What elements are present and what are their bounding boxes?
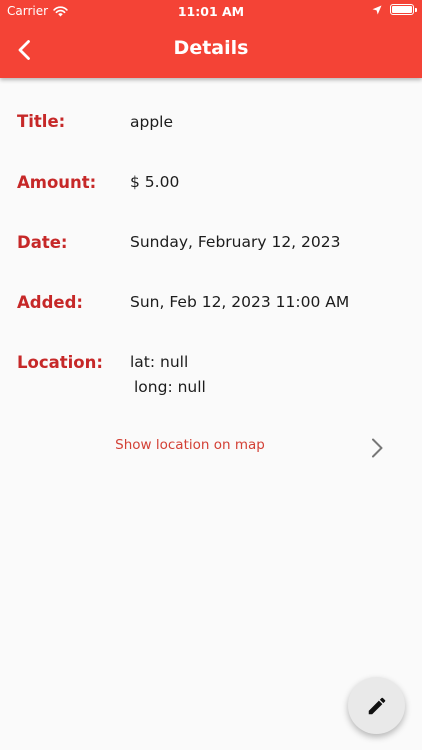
battery-icon — [390, 4, 417, 15]
edit-button[interactable] — [348, 677, 405, 734]
location-label: Location: — [17, 353, 103, 372]
page-title: Details — [173, 37, 249, 59]
title-value: apple — [130, 113, 174, 131]
battery-level — [392, 6, 412, 13]
location-long-value: long: null — [134, 378, 206, 396]
chevron-right-icon — [372, 438, 383, 458]
date-label: Date: — [17, 233, 68, 252]
status-time: 11:01 AM — [177, 4, 245, 19]
amount-value: $ 5.00 — [130, 173, 180, 191]
app-header: Carrier 11:01 AM Details — [0, 0, 422, 78]
added-value: Sun, Feb 12, 2023 11:00 AM — [130, 293, 350, 311]
title-label: Title: — [17, 112, 66, 131]
status-bar: Carrier 11:01 AM — [0, 0, 422, 22]
pencil-icon — [368, 697, 385, 714]
nav-bar: Details — [0, 22, 422, 78]
location-lat-value: lat: null — [130, 353, 189, 371]
added-label: Added: — [17, 293, 83, 312]
amount-label: Amount: — [17, 173, 97, 192]
date-value: Sunday, February 12, 2023 — [130, 233, 341, 251]
show-location-on-map-button[interactable]: Show location on map — [0, 430, 422, 466]
map-link-label: Show location on map — [115, 437, 265, 453]
location-arrow-icon — [372, 5, 382, 14]
status-right — [372, 4, 417, 15]
